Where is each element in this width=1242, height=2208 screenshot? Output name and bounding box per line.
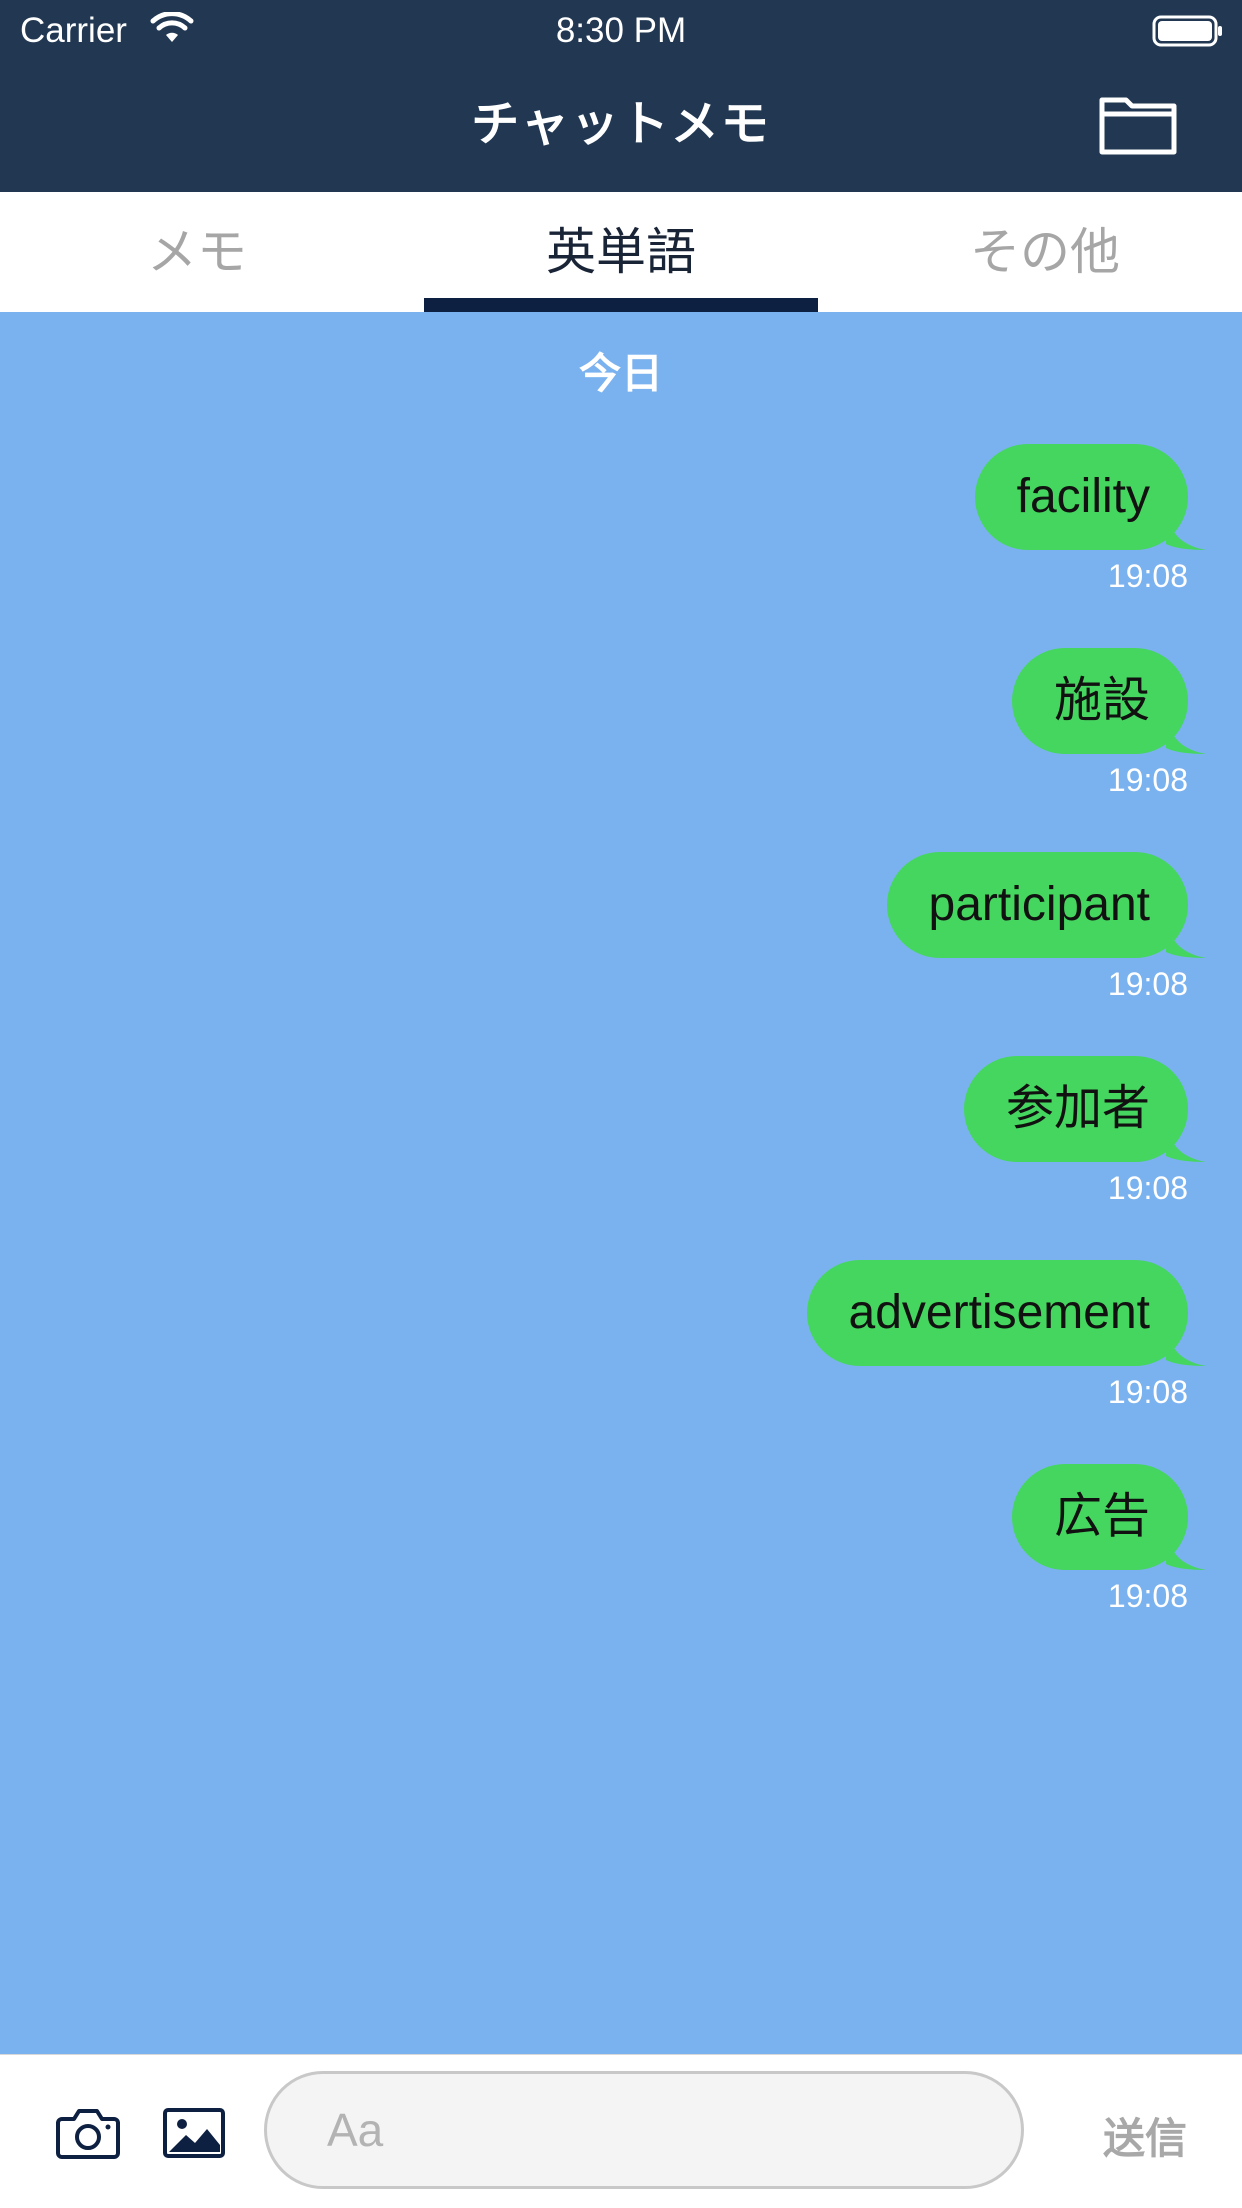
message-time: 19:08 [1107, 762, 1188, 798]
battery-icon [1152, 15, 1222, 47]
bubble-tail [1166, 718, 1206, 754]
message-bubble[interactable]: 広告 [1011, 1464, 1206, 1570]
active-tab-indicator [424, 298, 818, 312]
bubble-tail [1166, 514, 1206, 550]
message-bubble[interactable]: facility [974, 444, 1206, 550]
message-input[interactable] [264, 2071, 1024, 2189]
message-composer: 送信 [0, 2054, 1242, 2208]
tab-memo[interactable]: メモ [0, 192, 394, 312]
message-bubble[interactable]: 施設 [1011, 648, 1206, 754]
camera-button[interactable] [56, 2105, 120, 2161]
tab-english-words[interactable]: 英単語 [424, 192, 818, 312]
message-item: advertisement 19:08 [806, 1260, 1206, 1412]
camera-icon [56, 2109, 120, 2159]
message-item: participant 19:08 [886, 852, 1206, 1004]
date-separator: 今日 [578, 349, 663, 398]
navigation-bar: Carrier 8:30 PM チャットメモ [0, 0, 1242, 192]
message-time: 19:08 [1107, 1374, 1188, 1410]
message-time: 19:08 [1107, 558, 1188, 594]
status-time: 8:30 PM [555, 11, 687, 50]
bubble-tail [1166, 1126, 1206, 1162]
send-button[interactable]: 送信 [1070, 2107, 1220, 2171]
tab-bar: メモ 英単語 その他 [0, 192, 1242, 312]
bubble-tail [1166, 1534, 1206, 1570]
tab-other[interactable]: その他 [848, 192, 1242, 312]
message-bubble[interactable]: participant [886, 852, 1206, 958]
image-button[interactable] [162, 2105, 226, 2161]
message-time: 19:08 [1107, 1170, 1188, 1206]
bubble-tail [1166, 1330, 1206, 1366]
message-item: 施設 19:08 [1011, 648, 1206, 800]
message-time: 19:08 [1107, 966, 1188, 1002]
page-title: チャットメモ [471, 96, 771, 152]
image-icon [163, 2108, 225, 2158]
folder-icon [1099, 97, 1177, 155]
message-time: 19:08 [1107, 1578, 1188, 1614]
status-bar: Carrier 8:30 PM [0, 0, 1242, 62]
message-bubble[interactable]: advertisement [806, 1260, 1206, 1366]
message-item: facility 19:08 [974, 444, 1206, 596]
message-text: advertisement [848, 1286, 1150, 1339]
message-text: 広告 [1053, 1490, 1150, 1543]
message-text: 施設 [1053, 674, 1150, 727]
message-item: 参加者 19:08 [963, 1056, 1206, 1208]
message-text: 参加者 [1005, 1082, 1150, 1135]
bubble-tail [1166, 922, 1206, 958]
chat-area[interactable]: 今日 facility 19:08 施設 19:08 participant 1… [0, 312, 1242, 2054]
folder-button[interactable] [1098, 92, 1178, 156]
message-item: 広告 19:08 [1011, 1464, 1206, 1616]
message-text: participant [928, 878, 1150, 931]
message-bubble[interactable]: 参加者 [963, 1056, 1206, 1162]
message-text: facility [1016, 470, 1150, 523]
